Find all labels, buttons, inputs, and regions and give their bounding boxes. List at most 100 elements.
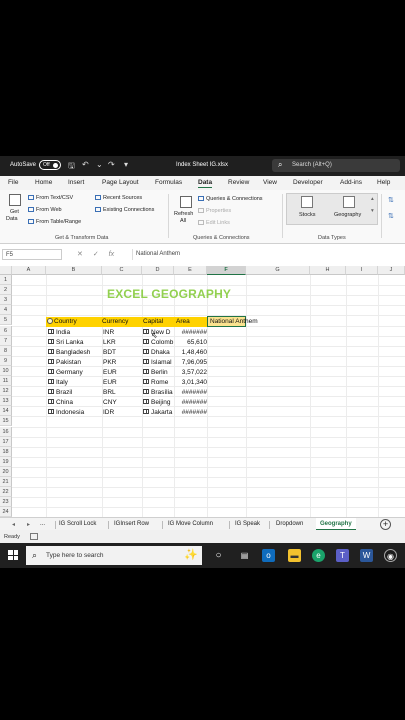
edge-icon[interactable]: e [312,549,325,562]
geography-card-icon[interactable] [143,368,149,374]
area-cell[interactable]: 3,01,340 [175,379,207,386]
cancel-icon[interactable]: ✕ [77,251,83,258]
save-icon[interactable]: 🖫 [68,160,75,174]
row-header[interactable]: 11 [0,376,12,387]
tab-add-ins[interactable]: Add-ins [340,179,362,186]
column-header-d[interactable]: D [142,266,174,275]
capital-cell[interactable]: Dhaka [143,348,174,356]
capital-cell[interactable]: Beijing [143,399,174,406]
geography-card-icon[interactable] [143,328,149,334]
geography-card-icon[interactable] [48,328,54,334]
row-header[interactable]: 2 [0,285,12,296]
tab-developer[interactable]: Developer [293,179,323,186]
geography-card-icon[interactable] [143,358,149,364]
sheet-tab-ig-speak[interactable]: IG Speak [235,521,260,527]
area-cell[interactable]: ####### [175,329,207,336]
title-search-box[interactable]: ⌕ Search (Alt+Q) [272,159,400,172]
gallery-scroll-icon[interactable]: ▴ [371,196,374,202]
row-header[interactable]: 5 [0,315,12,326]
worksheet-grid[interactable]: A B C D E F G H I J 1 2 3 4 5 6 7 8 9 10 11 12 13 14 1… [0,266,405,520]
tab-file[interactable]: File [8,179,18,186]
country-cell[interactable]: Brazil [48,389,102,396]
from-text-csv-button[interactable]: From Text/CSV [28,195,73,201]
currency-cell[interactable]: BDT [103,349,141,356]
capital-cell[interactable]: Islamal [143,358,174,366]
row-header[interactable]: 4 [0,305,12,316]
row-header[interactable]: 10 [0,365,12,376]
tab-help[interactable]: Help [377,179,390,186]
undo-icon[interactable]: ↶ [82,160,89,169]
geography-card-icon[interactable] [143,389,149,395]
column-header-b[interactable]: B [46,266,102,275]
row-header[interactable]: 14 [0,406,12,417]
cortana-icon[interactable]: ○ [212,549,225,562]
geography-card-icon[interactable] [48,399,54,405]
sheet-tabs-ellipsis[interactable]: ... [40,521,45,527]
country-cell[interactable]: Indonesia [48,409,102,416]
area-cell[interactable]: 65,610 [175,339,207,346]
column-header-f[interactable]: F [207,266,246,275]
sort-ascending-icon[interactable]: ⇅ [388,196,394,204]
sort-descending-icon[interactable]: ⇅ [388,212,394,220]
name-box[interactable]: F5 [2,249,62,260]
select-all-corner[interactable] [0,266,12,275]
country-cell[interactable]: Pakistan [48,358,102,366]
row-header[interactable]: 3 [0,295,12,306]
country-cell[interactable]: Bangladesh [48,348,102,356]
area-cell[interactable]: ####### [175,399,207,406]
column-header-e[interactable]: E [174,266,207,275]
geography-card-icon[interactable] [143,399,149,405]
column-header-h[interactable]: H [310,266,346,275]
currency-cell[interactable]: PKR [103,359,141,366]
tab-view[interactable]: View [263,179,277,186]
tab-page-layout[interactable]: Page Layout [102,179,139,186]
row-header[interactable]: 20 [0,466,12,477]
tab-review[interactable]: Review [228,179,249,186]
area-cell[interactable]: 1,48,460 [175,349,207,356]
column-header-j[interactable]: J [378,266,405,275]
chevron-down-icon[interactable]: ⌄ [96,160,103,169]
from-web-button[interactable]: From Web [28,207,62,213]
geography-card-icon[interactable] [143,348,149,354]
geography-card-icon[interactable] [48,358,54,364]
recent-sources-button[interactable]: Recent Sources [95,195,142,201]
row-header[interactable]: 17 [0,436,12,447]
capital-cell[interactable]: Brasília [143,389,174,396]
taskbar-search-box[interactable]: ⌕ Type here to search ✨ [26,546,202,565]
row-header[interactable]: 22 [0,487,12,498]
refresh-all-button[interactable]: Refresh [174,211,193,217]
word-icon[interactable]: W [360,549,373,562]
area-cell[interactable]: 7,96,095 [175,359,207,366]
windows-start-icon[interactable] [8,550,18,560]
row-header[interactable]: 16 [0,426,12,437]
row-header[interactable]: 19 [0,456,12,467]
row-header[interactable]: 18 [0,446,12,457]
row-header[interactable]: 7 [0,335,12,346]
sheet-title[interactable]: EXCEL GEOGRAPHY [107,287,231,301]
row-header[interactable]: 9 [0,355,12,366]
get-data-button-label[interactable]: Data [6,216,18,222]
row-header[interactable]: 1 [0,275,12,286]
geography-card-icon[interactable] [48,409,54,415]
add-sheet-icon[interactable]: + [380,519,391,530]
tab-formulas[interactable]: Formulas [155,179,182,186]
stocks-button[interactable]: Stocks [299,212,316,218]
accessibility-icon[interactable] [30,533,38,540]
capital-cell[interactable]: Berlin [143,368,174,376]
currency-cell[interactable]: BRL [103,389,141,396]
geography-card-icon[interactable] [48,368,54,374]
area-cell[interactable]: ####### [175,409,207,416]
customize-toolbar-icon[interactable]: ▾ [124,160,128,169]
geography-card-icon[interactable] [48,348,54,354]
column-header-c[interactable]: C [102,266,142,275]
redo-icon[interactable]: ↷ [108,160,115,169]
currency-cell[interactable]: EUR [103,379,141,386]
task-view-icon[interactable]: ▤ [238,549,251,562]
scroll-tabs-right-icon[interactable]: ▸ [27,521,30,528]
sheet-tab-ig-move-column[interactable]: IG Move Column [168,521,213,527]
geography-card-icon[interactable] [143,409,149,415]
country-cell[interactable]: Sri Lanka [48,338,102,346]
sheet-tab-iginsert-row[interactable]: IGInsert Row [114,521,149,527]
row-header[interactable]: 13 [0,396,12,407]
country-cell[interactable]: Germany [48,368,102,376]
